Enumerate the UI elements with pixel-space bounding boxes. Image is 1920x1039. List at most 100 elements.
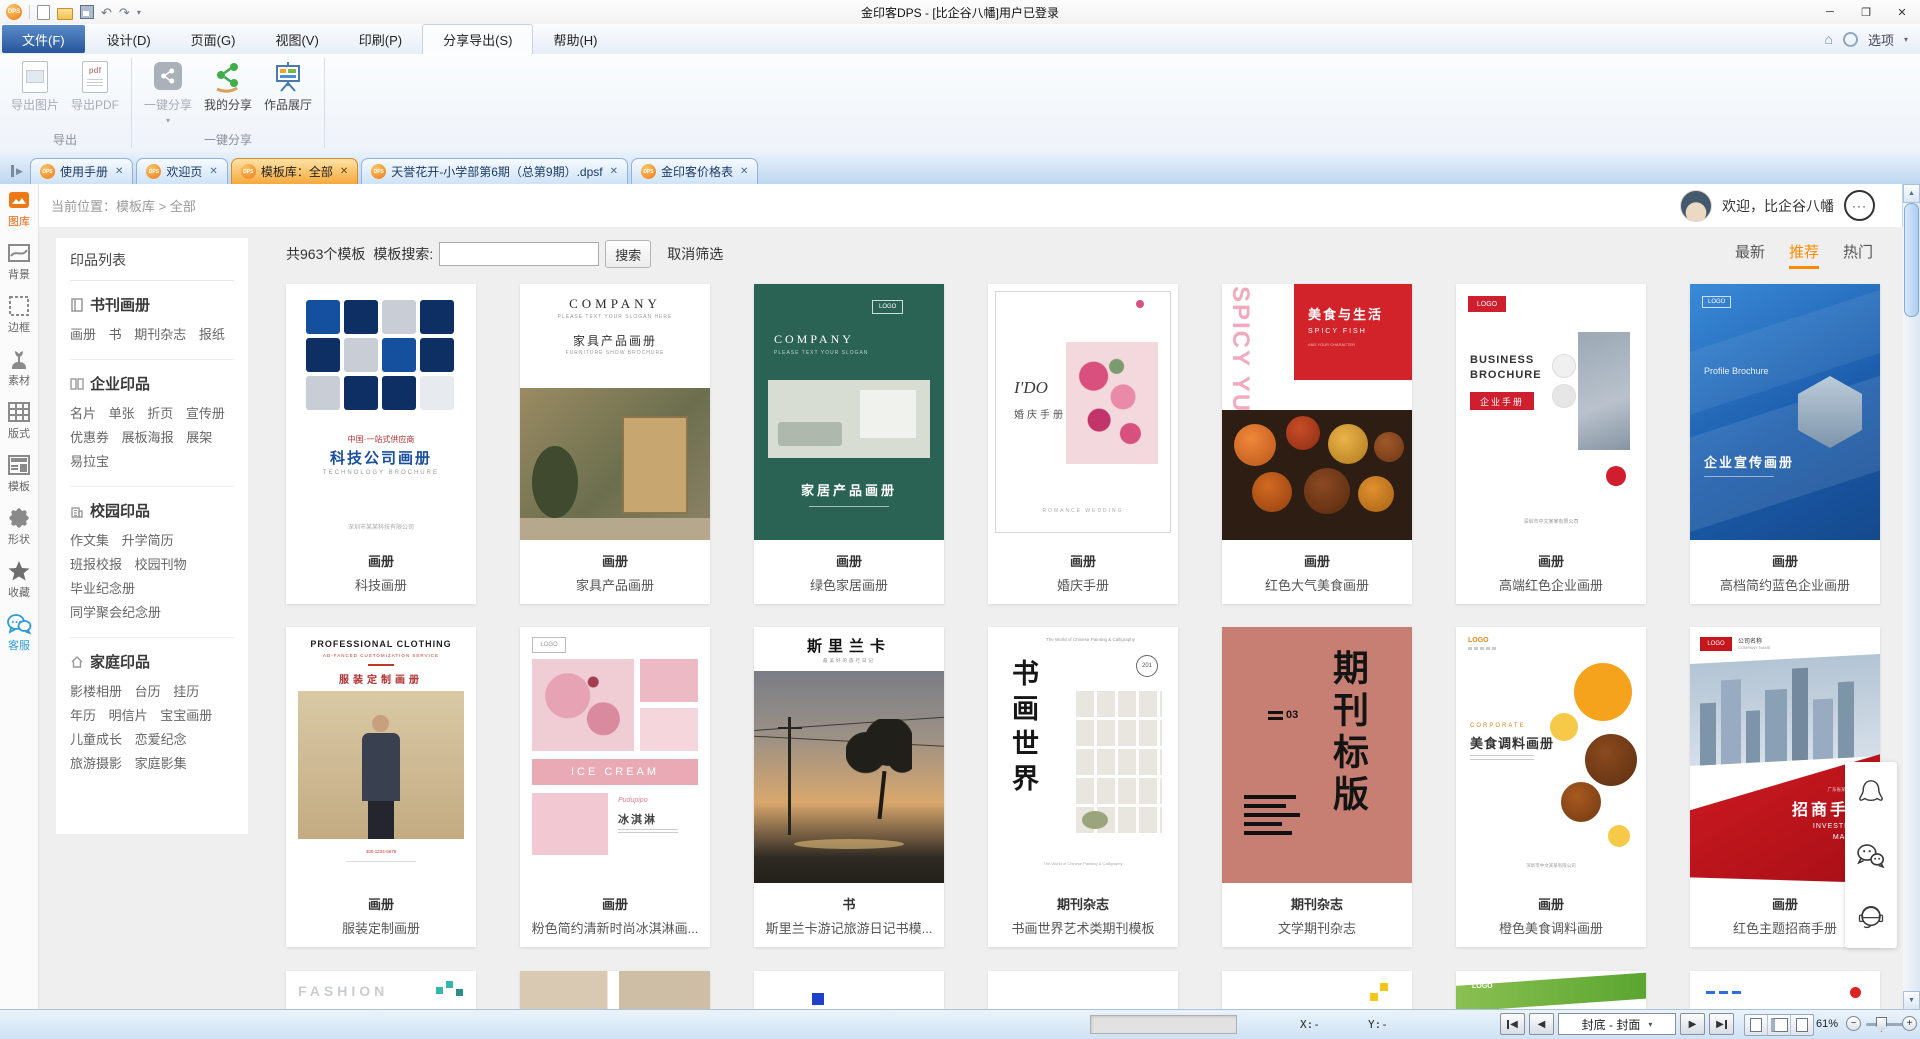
filter-link[interactable]: 升学简历 <box>122 529 174 553</box>
template-card[interactable]: COMPANY PLEASE TEXT YOUR SLOGAN HERE 家具产… <box>520 284 710 604</box>
filter-link[interactable]: 年历 <box>70 704 96 728</box>
home-icon[interactable]: ⌂ <box>1825 31 1833 47</box>
filter-link[interactable]: 书 <box>109 323 122 347</box>
sidebar-item-material[interactable]: 素材 <box>7 348 31 388</box>
export-image-button[interactable]: 导出图片 <box>6 56 64 113</box>
vertical-scrollbar[interactable]: ▲ ▼ <box>1902 184 1920 1010</box>
menu-help[interactable]: 帮助(H) <box>533 24 617 54</box>
filter-link[interactable]: 优惠券 <box>70 426 109 450</box>
my-share-button[interactable]: 我的分享 <box>199 56 257 113</box>
skin-icon[interactable] <box>1842 31 1858 47</box>
zoom-slider-thumb[interactable] <box>1876 1017 1887 1032</box>
minimize-button[interactable]: ─ <box>1812 0 1848 24</box>
template-card[interactable]: LOGO <box>1456 971 1646 1010</box>
template-card[interactable] <box>520 971 710 1010</box>
sidebar-item-template[interactable]: 模板 <box>7 454 31 494</box>
filter-link[interactable]: 影楼相册 <box>70 680 122 704</box>
filter-link[interactable]: 台历 <box>135 680 161 704</box>
menu-file[interactable]: 文件(F) <box>2 25 85 53</box>
filter-link[interactable]: 同学聚会纪念册 <box>70 601 161 625</box>
tab-close-icon[interactable]: ✕ <box>209 166 217 177</box>
zoom-in-button[interactable]: + <box>1902 1016 1917 1031</box>
restore-button[interactable]: ❐ <box>1848 0 1884 24</box>
tab-close-icon[interactable]: ✕ <box>340 166 348 177</box>
sort-hot[interactable]: 热门 <box>1843 241 1873 269</box>
template-card[interactable]: LOGO COMPANY PLEASE TEXT YOUR SLOGAN 家居产… <box>754 284 944 604</box>
filter-link[interactable]: 校园刊物 <box>135 553 187 577</box>
page-selector[interactable]: 封底 - 封面 ▾ <box>1558 1013 1676 1035</box>
export-pdf-button[interactable]: pdf 导出PDF <box>66 56 124 113</box>
close-button[interactable]: ✕ <box>1884 0 1920 24</box>
search-button[interactable]: 搜索 <box>605 240 652 268</box>
sort-recommended[interactable]: 推荐 <box>1788 241 1819 269</box>
filter-link[interactable]: 单张 <box>109 402 135 426</box>
filter-link[interactable]: 展板海报 <box>122 426 174 450</box>
template-card[interactable]: FASHION <box>286 971 476 1010</box>
sidebar-item-border[interactable]: 边框 <box>7 295 31 335</box>
zoom-out-button[interactable]: − <box>1846 1016 1861 1031</box>
tab-price-list[interactable]: DPS 金印客价格表 ✕ <box>630 158 759 184</box>
tab-document[interactable]: DPS 天誉花开-小学部第6期（总第9期）.dpsf ✕ <box>361 158 628 184</box>
menu-design[interactable]: 设计(D) <box>87 24 171 54</box>
filter-link[interactable]: 展架 <box>186 426 212 450</box>
next-page-button[interactable]: ▶ <box>1680 1013 1705 1035</box>
template-card[interactable] <box>988 971 1178 1010</box>
filter-link[interactable]: 挂历 <box>173 680 199 704</box>
filter-link[interactable]: 儿童成长 <box>70 728 122 752</box>
message-icon[interactable]: ··· <box>1844 190 1875 221</box>
filter-link[interactable]: 毕业纪念册 <box>70 577 135 601</box>
template-card[interactable]: LOGO CORPORATE 美食调料画册 深圳市中文某某有限公司 画册 橙色美… <box>1456 627 1646 947</box>
tab-close-icon[interactable]: ✕ <box>740 166 748 177</box>
template-card[interactable]: 03 期刊标版 期刊杂志 文学期刊杂志 <box>1222 627 1412 947</box>
filter-link[interactable]: 家庭影集 <box>135 752 187 776</box>
scroll-down-icon[interactable]: ▼ <box>1903 991 1920 1010</box>
options-label[interactable]: 选项 <box>1868 30 1894 49</box>
sidebar-item-service[interactable]: 客服 <box>6 613 32 653</box>
template-card[interactable]: 斯里兰卡 最美好的旅行日记 书 斯里兰卡游记旅游日记书模... <box>754 627 944 947</box>
filter-link[interactable]: 名片 <box>70 402 96 426</box>
menu-view[interactable]: 视图(V) <box>255 24 338 54</box>
tab-welcome[interactable]: DPS 欢迎页 ✕ <box>136 158 228 184</box>
wechat-icon[interactable] <box>1854 841 1888 871</box>
sidebar-item-shape[interactable]: 形状 <box>7 507 31 547</box>
filter-link[interactable]: 易拉宝 <box>70 450 109 474</box>
filter-link[interactable]: 作文集 <box>70 529 109 553</box>
template-card[interactable] <box>1690 971 1880 1010</box>
search-input[interactable] <box>439 242 600 266</box>
sort-newest[interactable]: 最新 <box>1735 241 1765 269</box>
tab-close-icon[interactable]: ✕ <box>115 166 123 177</box>
single-page-view-icon[interactable] <box>1791 1015 1813 1035</box>
last-page-button[interactable]: ▶ <box>1709 1013 1734 1035</box>
qq-icon[interactable] <box>1856 777 1886 811</box>
filter-link[interactable]: 报纸 <box>199 323 225 347</box>
spread-view-icon[interactable] <box>1768 1015 1791 1035</box>
template-card[interactable]: LOGO ICE CREAM Pudupipo 冰淇淋 画册 粉色简约清新时尚冰… <box>520 627 710 947</box>
fit-view-icon[interactable] <box>1745 1015 1768 1035</box>
filter-link[interactable]: 宣传册 <box>186 402 225 426</box>
share-dropdown-caret-icon[interactable]: ▾ <box>166 116 170 125</box>
tab-template-library[interactable]: DPS 模板库：全部 ✕ <box>230 158 359 184</box>
filter-link[interactable]: 画册 <box>70 323 96 347</box>
filter-link[interactable]: 旅游摄影 <box>70 752 122 776</box>
template-card[interactable]: I'DO 婚庆手册 ROMANCE WEDDING 画册 婚庆手册 <box>988 284 1178 604</box>
scrollbar-thumb[interactable] <box>1904 203 1919 317</box>
service-headset-icon[interactable] <box>1855 901 1887 933</box>
scroll-up-icon[interactable]: ▲ <box>1903 184 1920 203</box>
cancel-filter-button[interactable]: 取消筛选 <box>667 244 723 264</box>
menu-share-export[interactable]: 分享导出(S) <box>422 24 534 54</box>
sidebar-item-layout[interactable]: 版式 <box>7 401 31 441</box>
one-click-share-button[interactable]: 一键分享 ▾ <box>139 56 197 125</box>
avatar[interactable] <box>1680 189 1712 222</box>
sidebar-item-favorites[interactable]: 收藏 <box>7 560 31 600</box>
template-card[interactable]: PROFESSIONAL CLOTHING AD-FANCED CUSTOMIZ… <box>286 627 476 947</box>
template-card[interactable] <box>1222 971 1412 1010</box>
prev-page-button[interactable]: ◀ <box>1529 1013 1554 1035</box>
options-caret-icon[interactable]: ▾ <box>1904 35 1908 44</box>
tab-close-icon[interactable]: ✕ <box>610 166 618 177</box>
filter-link[interactable]: 班报校报 <box>70 553 122 577</box>
filter-link[interactable]: 恋爱纪念 <box>135 728 187 752</box>
menu-page[interactable]: 页面(G) <box>171 24 256 54</box>
sidebar-item-background[interactable]: 背景 <box>7 242 31 282</box>
template-card[interactable]: LOGO Profile Brochure 企业宣传画册 画册 高档简约蓝色企业… <box>1690 284 1880 604</box>
first-page-button[interactable]: ◀ <box>1500 1013 1525 1035</box>
